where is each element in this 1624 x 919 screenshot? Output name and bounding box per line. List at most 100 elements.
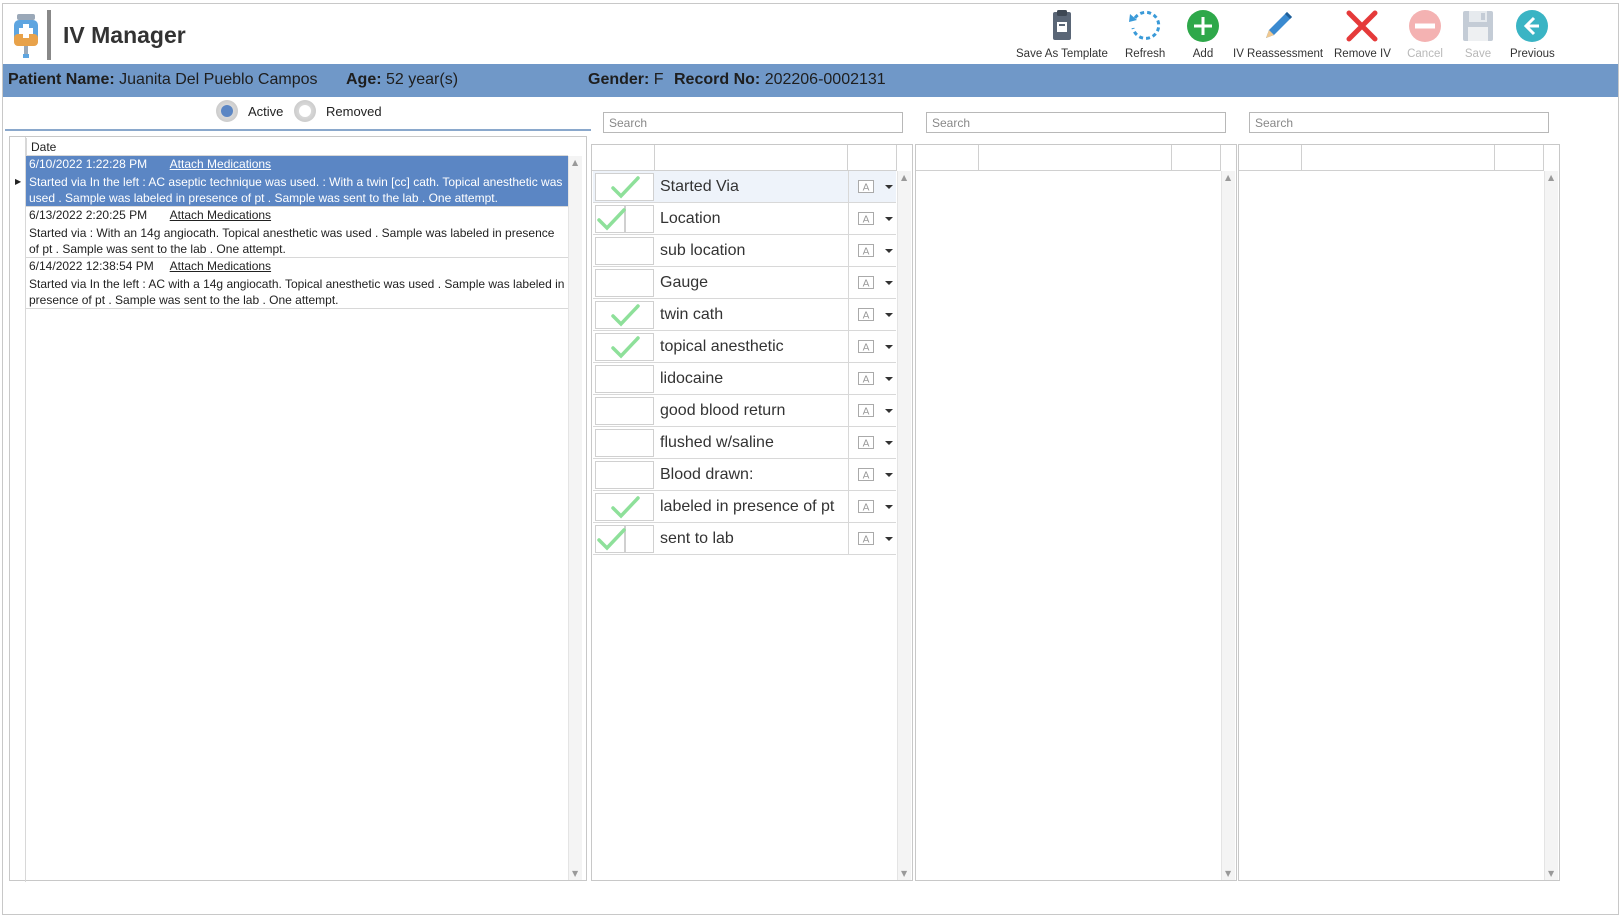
iv-description: Started via In the left : AC with a 14g …: [29, 277, 565, 307]
option-label: sub location: [660, 242, 746, 259]
option-checkbox[interactable]: [595, 333, 654, 361]
chevron-down-icon[interactable]: [885, 249, 893, 253]
option-text-dropdown[interactable]: A: [848, 203, 896, 235]
option-row[interactable]: twin cath A: [593, 299, 896, 331]
clipboard-icon: [1052, 10, 1071, 40]
add-button[interactable]: Add: [1185, 8, 1221, 64]
option-row[interactable]: Started Via A: [593, 171, 896, 203]
refresh-button[interactable]: Refresh: [1125, 8, 1165, 64]
option-label: labeled in presence of pt: [660, 498, 835, 515]
svg-text:A: A: [863, 343, 870, 354]
patient-name-value: Juanita Del Pueblo Campos: [119, 71, 318, 88]
option-row[interactable]: good blood return A: [593, 395, 896, 427]
chevron-down-icon[interactable]: [885, 505, 893, 509]
option-row[interactable]: flushed w/saline A: [593, 427, 896, 459]
chevron-down-icon[interactable]: [885, 313, 893, 317]
chevron-down-icon[interactable]: [885, 537, 893, 541]
chevron-down-icon[interactable]: [885, 185, 893, 189]
option-checkbox[interactable]: [595, 301, 654, 329]
details-grid: ▲ ▼: [915, 144, 1237, 881]
option-text-dropdown[interactable]: A: [848, 331, 896, 363]
option-checkbox[interactable]: [595, 461, 654, 489]
removed-radio[interactable]: Removed: [294, 100, 382, 122]
option-text-dropdown[interactable]: A: [848, 267, 896, 299]
patient-gender: Gender: F: [588, 71, 664, 89]
scroll-down-icon: ▼: [901, 869, 908, 878]
option-checkbox[interactable]: [595, 269, 654, 297]
chevron-down-icon[interactable]: [885, 409, 893, 413]
scroll-down-icon: ▼: [1225, 869, 1232, 878]
iv-list-scrollbar[interactable]: ▲ ▼: [568, 156, 582, 880]
chevron-down-icon[interactable]: [885, 281, 893, 285]
text-field-icon: A: [858, 404, 874, 417]
option-checkbox[interactable]: [595, 429, 654, 457]
active-radio[interactable]: Active: [216, 100, 283, 122]
details-header-3: [1172, 145, 1221, 171]
option-checkbox[interactable]: [595, 173, 654, 201]
option-text-dropdown[interactable]: A: [848, 299, 896, 331]
save-as-template-button[interactable]: Save As Template: [1016, 8, 1108, 64]
iv-description: Started via : With an 14g angiocath. Top…: [29, 226, 555, 256]
option-text-dropdown[interactable]: A: [848, 235, 896, 267]
details-scrollbar[interactable]: ▲ ▼: [1221, 171, 1235, 880]
option-row[interactable]: lidocaine A: [593, 363, 896, 395]
option-checkbox[interactable]: [595, 397, 654, 425]
save-label: Save: [1464, 48, 1492, 60]
app-title: IV Manager: [63, 22, 186, 48]
chevron-down-icon[interactable]: [885, 473, 893, 477]
search-input-values[interactable]: [1249, 112, 1549, 133]
options-scrollbar[interactable]: ▲ ▼: [897, 171, 911, 880]
removed-radio-label: Removed: [326, 103, 382, 119]
scroll-up-icon: ▲: [1548, 173, 1555, 182]
previous-button[interactable]: Previous: [1510, 8, 1555, 64]
values-scrollbar[interactable]: ▲ ▼: [1544, 171, 1558, 880]
option-row[interactable]: topical anesthetic A: [593, 331, 896, 363]
date-column-header[interactable]: Date: [26, 138, 568, 156]
option-text-dropdown[interactable]: A: [848, 395, 896, 427]
save-button[interactable]: Save: [1460, 8, 1496, 64]
iv-list-row[interactable]: 6/13/2022 2:20:25 PM Attach Medications …: [26, 207, 568, 258]
iv-list-row[interactable]: 6/14/2022 12:38:54 PM Attach Medications…: [26, 258, 568, 309]
option-checkbox[interactable]: [595, 525, 626, 553]
search-input-options[interactable]: [603, 112, 903, 133]
attach-medications-link[interactable]: Attach Medications: [170, 157, 271, 171]
options-header-label: [655, 145, 848, 171]
option-checkbox[interactable]: [595, 205, 626, 233]
search-input-details[interactable]: [926, 112, 1226, 133]
option-row[interactable]: Location A: [593, 203, 896, 235]
option-row[interactable]: sent to lab A: [593, 523, 896, 555]
chevron-down-icon[interactable]: [885, 377, 893, 381]
option-checkbox[interactable]: [595, 365, 654, 393]
option-text-dropdown[interactable]: A: [848, 363, 896, 395]
check-icon: [597, 528, 626, 551]
chevron-down-icon[interactable]: [885, 345, 893, 349]
text-field-icon: A: [858, 500, 874, 513]
option-row[interactable]: Gauge A: [593, 267, 896, 299]
option-row[interactable]: sub location A: [593, 235, 896, 267]
option-text-dropdown[interactable]: A: [848, 427, 896, 459]
option-checkbox[interactable]: [595, 237, 654, 265]
option-label: twin cath: [660, 306, 724, 323]
option-text-dropdown[interactable]: A: [848, 491, 896, 523]
removed-radio-dot: [294, 100, 316, 122]
attach-medications-link[interactable]: Attach Medications: [170, 208, 271, 222]
remove-iv-button[interactable]: Remove IV: [1334, 8, 1391, 64]
previous-label: Previous: [1510, 48, 1555, 60]
option-text-dropdown[interactable]: A: [848, 523, 896, 555]
option-checkbox[interactable]: [595, 493, 654, 521]
chevron-down-icon[interactable]: [885, 441, 893, 445]
option-text-dropdown[interactable]: A: [848, 171, 896, 203]
attach-medications-link[interactable]: Attach Medications: [170, 259, 271, 273]
cancel-button[interactable]: Cancel: [1407, 8, 1443, 64]
scroll-down-icon: ▼: [1548, 869, 1555, 878]
option-row[interactable]: Blood drawn: A: [593, 459, 896, 491]
pencil-icon: [1266, 12, 1293, 38]
option-row[interactable]: labeled in presence of pt A: [593, 491, 896, 523]
patient-gender-value: F: [653, 71, 664, 88]
chevron-down-icon[interactable]: [885, 217, 893, 221]
patient-gender-label: Gender:: [588, 71, 650, 88]
iv-list-row[interactable]: 6/10/2022 1:22:28 PM Attach Medications …: [26, 156, 568, 207]
iv-reassessment-button[interactable]: IV Reassessment: [1233, 8, 1323, 64]
option-text-dropdown[interactable]: A: [848, 459, 896, 491]
patient-info-bar: Patient Name: Juanita Del Pueblo Campos …: [3, 64, 1618, 97]
